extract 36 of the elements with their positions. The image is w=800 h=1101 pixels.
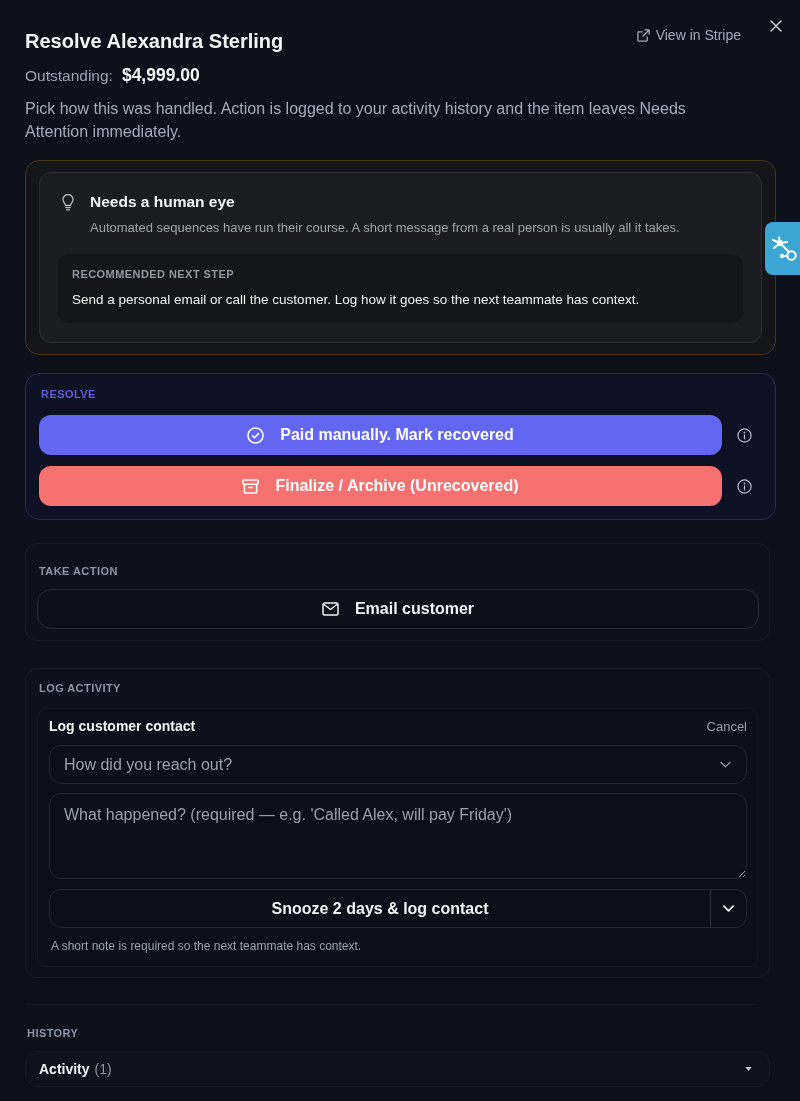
next-step-text: Send a personal email or call the customer. Log how it goes so the next teammate has context. (72, 291, 641, 309)
form-title: Log customer contact (49, 717, 196, 735)
activity-disclosure[interactable]: Activity (1) (25, 1051, 770, 1087)
outstanding-label: Outstanding: (25, 66, 113, 86)
dialog-title: Resolve Alexandra Sterling (25, 29, 285, 53)
hint-text: A short note is required so the next teammate has context. (51, 938, 363, 954)
close-icon[interactable] (770, 20, 782, 32)
insight-text: Automated sequences have run their course. A short message from a real person is usually all it takes. (90, 219, 681, 237)
log-activity-label: LOG ACTIVITY (39, 681, 122, 695)
archive-box-icon (242, 477, 260, 495)
snooze-log-button[interactable]: Snooze 2 days & log contact (49, 889, 711, 928)
info-icon[interactable] (737, 478, 752, 494)
cancel-link[interactable]: Cancel (706, 718, 747, 734)
info-icon[interactable] (737, 427, 752, 443)
contact-method-select[interactable]: How did you reach out? (49, 745, 747, 784)
description-text: Pick how this was handled. Action is logged to your activity history and the item leaves Needs Attention immediately. (25, 99, 687, 142)
activity-count: (1) (94, 1061, 113, 1077)
chevron-down-icon (720, 761, 731, 768)
next-step-label: RECOMMENDED NEXT STEP (72, 267, 236, 281)
email-customer-button[interactable]: Email customer (37, 589, 759, 629)
note-textarea[interactable]: What happened? (required — e.g. 'Called Alex, will pay Friday') (49, 793, 747, 879)
insight-title: Needs a human eye (90, 192, 235, 212)
dropdown-button[interactable] (710, 889, 747, 928)
resolve-label: RESOLVE (41, 387, 97, 401)
lightbulb-icon (62, 193, 74, 211)
outstanding-amount: $4,999.00 (121, 64, 200, 87)
history-label: HISTORY (27, 1026, 80, 1040)
mail-icon (321, 602, 339, 616)
node-graph-icon[interactable] (765, 222, 800, 275)
activity-label: Activity (39, 1061, 90, 1077)
chevron-down-icon (723, 905, 734, 912)
view-in-stripe-link[interactable]: View in Stripe (636, 26, 741, 44)
external-link-icon (636, 28, 650, 42)
mark-recovered-button[interactable]: Paid manually. Mark recovered (39, 415, 722, 455)
take-action-label: TAKE ACTION (39, 564, 119, 578)
check-circle-icon (247, 426, 265, 444)
